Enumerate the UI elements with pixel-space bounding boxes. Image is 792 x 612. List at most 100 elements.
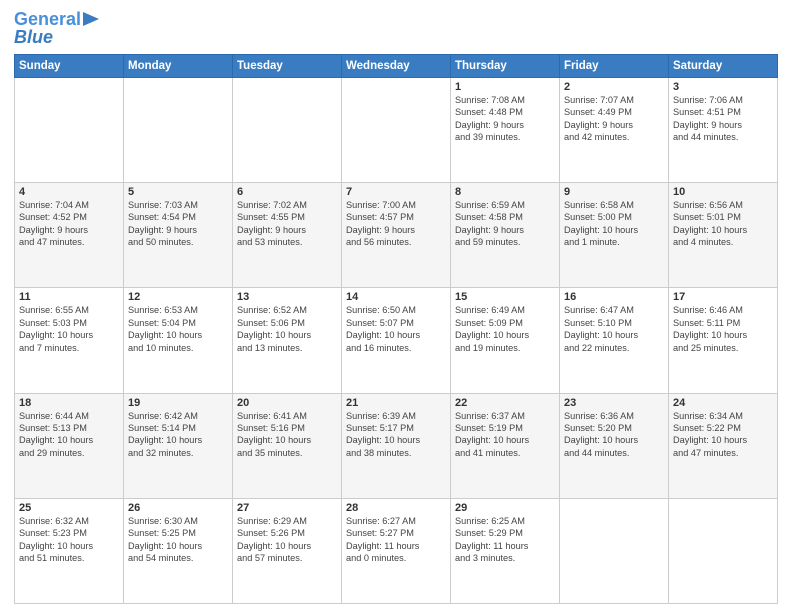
calendar-cell: 14Sunrise: 6:50 AMSunset: 5:07 PMDayligh… [342, 288, 451, 393]
day-number: 10 [673, 186, 773, 198]
day-number: 18 [19, 397, 119, 409]
header-row: SundayMondayTuesdayWednesdayThursdayFrid… [15, 54, 778, 77]
calendar-cell [124, 77, 233, 182]
day-number: 5 [128, 186, 228, 198]
header: General Blue [14, 10, 778, 48]
calendar-cell: 24Sunrise: 6:34 AMSunset: 5:22 PMDayligh… [669, 393, 778, 498]
calendar-cell [233, 77, 342, 182]
calendar-cell: 13Sunrise: 6:52 AMSunset: 5:06 PMDayligh… [233, 288, 342, 393]
week-row-4: 25Sunrise: 6:32 AMSunset: 5:23 PMDayligh… [15, 498, 778, 603]
day-number: 14 [346, 291, 446, 303]
calendar-cell: 3Sunrise: 7:06 AMSunset: 4:51 PMDaylight… [669, 77, 778, 182]
day-info: Sunrise: 6:32 AMSunset: 5:23 PMDaylight:… [19, 515, 119, 565]
day-number: 27 [237, 502, 337, 514]
logo-blue: Blue [14, 28, 53, 48]
day-info: Sunrise: 6:39 AMSunset: 5:17 PMDaylight:… [346, 410, 446, 460]
logo-arrow-icon [83, 8, 105, 30]
day-info: Sunrise: 6:49 AMSunset: 5:09 PMDaylight:… [455, 304, 555, 354]
day-number: 9 [564, 186, 664, 198]
calendar-cell: 12Sunrise: 6:53 AMSunset: 5:04 PMDayligh… [124, 288, 233, 393]
day-number: 4 [19, 186, 119, 198]
day-number: 3 [673, 81, 773, 93]
day-info: Sunrise: 6:46 AMSunset: 5:11 PMDaylight:… [673, 304, 773, 354]
day-info: Sunrise: 6:52 AMSunset: 5:06 PMDaylight:… [237, 304, 337, 354]
day-number: 22 [455, 397, 555, 409]
calendar-cell: 1Sunrise: 7:08 AMSunset: 4:48 PMDaylight… [451, 77, 560, 182]
calendar-cell: 6Sunrise: 7:02 AMSunset: 4:55 PMDaylight… [233, 183, 342, 288]
day-info: Sunrise: 6:36 AMSunset: 5:20 PMDaylight:… [564, 410, 664, 460]
calendar-cell: 20Sunrise: 6:41 AMSunset: 5:16 PMDayligh… [233, 393, 342, 498]
day-info: Sunrise: 6:55 AMSunset: 5:03 PMDaylight:… [19, 304, 119, 354]
day-info: Sunrise: 6:42 AMSunset: 5:14 PMDaylight:… [128, 410, 228, 460]
day-number: 25 [19, 502, 119, 514]
day-number: 19 [128, 397, 228, 409]
day-header-tuesday: Tuesday [233, 54, 342, 77]
calendar-cell: 10Sunrise: 6:56 AMSunset: 5:01 PMDayligh… [669, 183, 778, 288]
page: General Blue SundayMondayTuesdayWednesda… [0, 0, 792, 612]
calendar-cell: 29Sunrise: 6:25 AMSunset: 5:29 PMDayligh… [451, 498, 560, 603]
calendar-cell: 19Sunrise: 6:42 AMSunset: 5:14 PMDayligh… [124, 393, 233, 498]
calendar-cell [669, 498, 778, 603]
day-info: Sunrise: 6:59 AMSunset: 4:58 PMDaylight:… [455, 199, 555, 249]
calendar-cell: 2Sunrise: 7:07 AMSunset: 4:49 PMDaylight… [560, 77, 669, 182]
day-number: 24 [673, 397, 773, 409]
day-info: Sunrise: 6:47 AMSunset: 5:10 PMDaylight:… [564, 304, 664, 354]
calendar-cell [15, 77, 124, 182]
day-number: 11 [19, 291, 119, 303]
calendar-cell: 28Sunrise: 6:27 AMSunset: 5:27 PMDayligh… [342, 498, 451, 603]
day-number: 2 [564, 81, 664, 93]
day-header-wednesday: Wednesday [342, 54, 451, 77]
day-info: Sunrise: 6:56 AMSunset: 5:01 PMDaylight:… [673, 199, 773, 249]
day-info: Sunrise: 7:07 AMSunset: 4:49 PMDaylight:… [564, 94, 664, 144]
day-number: 21 [346, 397, 446, 409]
day-info: Sunrise: 6:30 AMSunset: 5:25 PMDaylight:… [128, 515, 228, 565]
calendar-cell: 9Sunrise: 6:58 AMSunset: 5:00 PMDaylight… [560, 183, 669, 288]
calendar-body: 1Sunrise: 7:08 AMSunset: 4:48 PMDaylight… [15, 77, 778, 603]
calendar-cell: 18Sunrise: 6:44 AMSunset: 5:13 PMDayligh… [15, 393, 124, 498]
day-info: Sunrise: 7:08 AMSunset: 4:48 PMDaylight:… [455, 94, 555, 144]
calendar-cell: 11Sunrise: 6:55 AMSunset: 5:03 PMDayligh… [15, 288, 124, 393]
day-number: 28 [346, 502, 446, 514]
calendar-cell [342, 77, 451, 182]
day-info: Sunrise: 7:06 AMSunset: 4:51 PMDaylight:… [673, 94, 773, 144]
day-header-saturday: Saturday [669, 54, 778, 77]
day-info: Sunrise: 6:44 AMSunset: 5:13 PMDaylight:… [19, 410, 119, 460]
day-info: Sunrise: 6:50 AMSunset: 5:07 PMDaylight:… [346, 304, 446, 354]
day-number: 17 [673, 291, 773, 303]
day-info: Sunrise: 6:29 AMSunset: 5:26 PMDaylight:… [237, 515, 337, 565]
day-header-thursday: Thursday [451, 54, 560, 77]
day-number: 12 [128, 291, 228, 303]
day-info: Sunrise: 7:02 AMSunset: 4:55 PMDaylight:… [237, 199, 337, 249]
calendar-cell: 27Sunrise: 6:29 AMSunset: 5:26 PMDayligh… [233, 498, 342, 603]
day-info: Sunrise: 6:53 AMSunset: 5:04 PMDaylight:… [128, 304, 228, 354]
day-number: 29 [455, 502, 555, 514]
calendar-cell: 17Sunrise: 6:46 AMSunset: 5:11 PMDayligh… [669, 288, 778, 393]
day-number: 1 [455, 81, 555, 93]
calendar-cell: 25Sunrise: 6:32 AMSunset: 5:23 PMDayligh… [15, 498, 124, 603]
calendar-cell: 15Sunrise: 6:49 AMSunset: 5:09 PMDayligh… [451, 288, 560, 393]
week-row-2: 11Sunrise: 6:55 AMSunset: 5:03 PMDayligh… [15, 288, 778, 393]
week-row-0: 1Sunrise: 7:08 AMSunset: 4:48 PMDaylight… [15, 77, 778, 182]
day-info: Sunrise: 6:27 AMSunset: 5:27 PMDaylight:… [346, 515, 446, 565]
day-number: 23 [564, 397, 664, 409]
day-number: 8 [455, 186, 555, 198]
week-row-1: 4Sunrise: 7:04 AMSunset: 4:52 PMDaylight… [15, 183, 778, 288]
day-info: Sunrise: 6:58 AMSunset: 5:00 PMDaylight:… [564, 199, 664, 249]
calendar-cell: 16Sunrise: 6:47 AMSunset: 5:10 PMDayligh… [560, 288, 669, 393]
day-info: Sunrise: 7:04 AMSunset: 4:52 PMDaylight:… [19, 199, 119, 249]
calendar-cell [560, 498, 669, 603]
calendar-cell: 4Sunrise: 7:04 AMSunset: 4:52 PMDaylight… [15, 183, 124, 288]
day-number: 6 [237, 186, 337, 198]
calendar-cell: 23Sunrise: 6:36 AMSunset: 5:20 PMDayligh… [560, 393, 669, 498]
day-number: 26 [128, 502, 228, 514]
calendar-cell: 22Sunrise: 6:37 AMSunset: 5:19 PMDayligh… [451, 393, 560, 498]
day-number: 13 [237, 291, 337, 303]
day-info: Sunrise: 7:00 AMSunset: 4:57 PMDaylight:… [346, 199, 446, 249]
calendar-cell: 5Sunrise: 7:03 AMSunset: 4:54 PMDaylight… [124, 183, 233, 288]
calendar-cell: 26Sunrise: 6:30 AMSunset: 5:25 PMDayligh… [124, 498, 233, 603]
day-number: 16 [564, 291, 664, 303]
logo: General Blue [14, 10, 105, 48]
day-info: Sunrise: 6:34 AMSunset: 5:22 PMDaylight:… [673, 410, 773, 460]
calendar-header: SundayMondayTuesdayWednesdayThursdayFrid… [15, 54, 778, 77]
day-header-sunday: Sunday [15, 54, 124, 77]
